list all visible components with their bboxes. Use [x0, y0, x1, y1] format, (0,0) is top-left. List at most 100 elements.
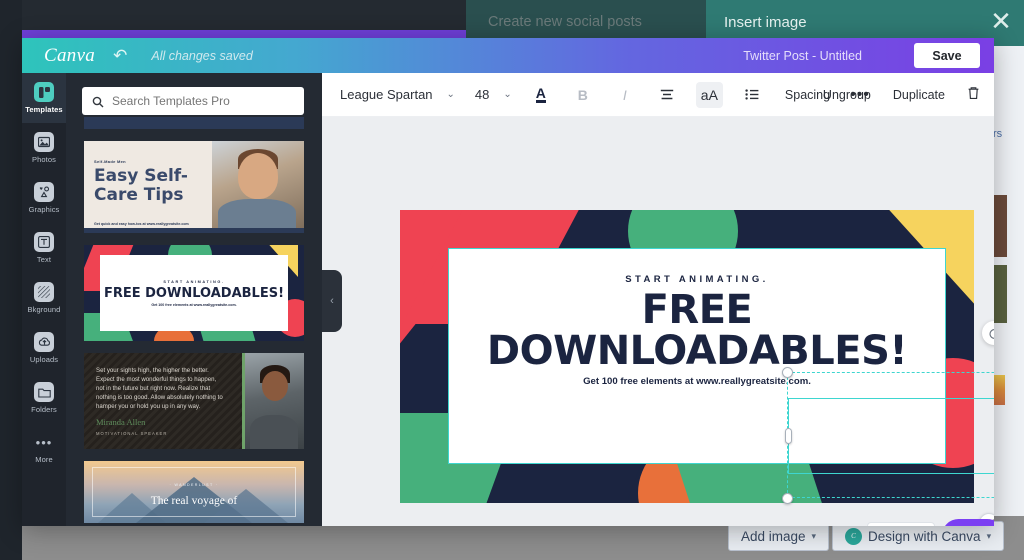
template-title: FREE DOWNLOADABLES!	[103, 285, 285, 301]
sidebar-item-folders-label: Folders	[31, 405, 57, 414]
sidebar-item-photos-label: Photos	[32, 155, 56, 164]
sidebar-item-text-label: Text	[36, 255, 52, 264]
list-item[interactable]: Self-Made Men Easy Self-Care Tips Get qu…	[84, 141, 304, 233]
align-button[interactable]	[654, 82, 680, 108]
case-label: aA	[700, 86, 718, 103]
list-item[interactable]: START ANIMATING. FREE DOWNLOADABLES! Get…	[84, 245, 304, 341]
text-toolbar: League Spartan ⌄ 48 ⌄ A B I aA Spacing •…	[322, 73, 994, 117]
left-rail: Templates Photos Graphics Text Bkground …	[22, 73, 66, 526]
help-button[interactable]: Help ?	[942, 519, 994, 526]
decor-face	[262, 371, 288, 401]
sidebar-item-templates[interactable]: Templates	[22, 73, 66, 123]
sidebar-item-photos[interactable]: Photos	[22, 123, 66, 173]
template-kicker: · WANDERLUST ·	[169, 483, 219, 487]
bold-label: B	[577, 86, 588, 103]
trash-icon[interactable]	[967, 86, 980, 103]
canvas-area[interactable]: START ANIMATING. FREE DOWNLOADABLES! Get…	[322, 117, 994, 526]
background-tab-insert-image-label: Insert image	[724, 14, 807, 31]
sidebar-item-templates-label: Templates	[25, 105, 63, 114]
bold-button[interactable]: B	[570, 82, 596, 108]
graphics-icon	[34, 182, 54, 202]
zoom-control[interactable]: 79%	[867, 522, 935, 526]
template-author-role: MOTIVATIONAL SPEAKER	[96, 431, 168, 436]
resize-handle-left[interactable]	[785, 428, 792, 444]
background-thumbnail	[993, 265, 1007, 323]
text-case-button[interactable]: aA	[695, 81, 723, 108]
resize-handle-bottom-left[interactable]	[782, 493, 793, 504]
chevron-down-icon: ▾	[986, 530, 992, 541]
text-color-button[interactable]: A	[528, 82, 554, 108]
list-item[interactable]: Set your sights high, the higher the bet…	[84, 353, 304, 449]
templates-panel: Self-Made Men Easy Self-Care Tips Get qu…	[66, 73, 322, 526]
undo-icon[interactable]: ↶	[113, 46, 127, 66]
background-left-strip	[0, 0, 22, 560]
save-status-label: All changes saved	[151, 48, 253, 63]
template-kicker: START ANIMATING.	[163, 279, 225, 284]
add-image-label: Add image	[741, 528, 806, 544]
background-tab-create-posts-label: Create new social posts	[488, 14, 642, 30]
decor-body	[250, 415, 298, 449]
canva-header: Canva ↶ All changes saved Twitter Post -…	[22, 38, 994, 73]
collapse-panel-button[interactable]: ‹	[322, 270, 342, 332]
template-quote: Set your sights high, the higher the bet…	[96, 367, 223, 410]
template-card: START ANIMATING. FREE DOWNLOADABLES! Get…	[100, 255, 288, 331]
chevron-left-icon: ‹	[330, 295, 334, 307]
text-color-label: A	[535, 85, 546, 103]
align-icon	[660, 87, 674, 103]
search-icon	[92, 95, 104, 108]
text-selection-box	[788, 398, 994, 474]
templates-icon	[34, 82, 54, 102]
list-item[interactable]: · WANDERLUST · The real voyage of	[84, 461, 304, 523]
search-input[interactable]	[112, 94, 292, 108]
background-icon	[34, 282, 54, 302]
duplicate-button[interactable]: Duplicate	[893, 88, 945, 102]
more-icon: •••	[35, 434, 53, 450]
sidebar-item-bkground-label: Bkground	[27, 305, 61, 314]
list-icon	[745, 87, 759, 103]
list-item[interactable]	[84, 117, 304, 129]
save-button[interactable]: Save	[914, 43, 980, 68]
sidebar-item-folders[interactable]: Folders	[22, 373, 66, 423]
font-size-selector[interactable]: 48	[475, 87, 489, 102]
sidebar-item-uploads[interactable]: Uploads	[22, 323, 66, 373]
resize-handle-top-left[interactable]	[782, 367, 793, 378]
template-footer: Get quick and easy how-tos at www.really…	[94, 222, 189, 226]
background-right-panel-label: rs	[993, 128, 1003, 140]
sidebar-item-uploads-label: Uploads	[29, 355, 59, 364]
design-with-canva-label: Design with Canva	[868, 528, 981, 544]
sidebar-item-text[interactable]: Text	[22, 223, 66, 273]
template-frame	[92, 467, 296, 517]
document-title: Twitter Post - Untitled	[743, 49, 862, 63]
list-button[interactable]	[739, 82, 765, 108]
italic-label: I	[622, 86, 627, 103]
text-icon	[34, 232, 54, 252]
canva-logo-icon: C	[845, 527, 862, 545]
template-author: Miranda Allen	[96, 417, 146, 427]
template-title: The real voyage of	[150, 495, 238, 507]
folders-icon	[34, 382, 54, 402]
canva-editor-modal: Canva ↶ All changes saved Twitter Post -…	[22, 38, 994, 526]
search-templates-box[interactable]	[82, 87, 304, 115]
canva-logo[interactable]: Canva	[44, 45, 95, 67]
sidebar-item-more-label: More	[35, 455, 53, 464]
chevron-down-icon[interactable]: ⌄	[503, 89, 511, 100]
close-icon[interactable]: ✕	[986, 6, 1016, 36]
sidebar-item-graphics[interactable]: Graphics	[22, 173, 66, 223]
chevron-down-icon[interactable]: ⌄	[447, 89, 455, 100]
background-thumbnail	[993, 195, 1007, 257]
sidebar-item-graphics-label: Graphics	[28, 205, 60, 214]
font-family-selector[interactable]: League Spartan	[340, 87, 433, 102]
photos-icon	[34, 132, 54, 152]
uploads-icon	[34, 332, 54, 352]
sidebar-item-more[interactable]: ••• More	[22, 423, 66, 473]
template-photo	[212, 141, 304, 233]
toolbar-right-group: Ungroup Duplicate	[823, 86, 980, 103]
template-title: Easy Self-Care Tips	[94, 166, 188, 205]
italic-button[interactable]: I	[612, 82, 638, 108]
template-photo	[242, 353, 304, 449]
sidebar-item-bkground[interactable]: Bkground	[22, 273, 66, 323]
background-topbar-left	[0, 0, 466, 30]
ungroup-button[interactable]: Ungroup	[823, 88, 871, 102]
template-footer: Get 100 free elements at www.reallygreat…	[151, 302, 237, 307]
template-list[interactable]: Self-Made Men Easy Self-Care Tips Get qu…	[66, 117, 322, 526]
